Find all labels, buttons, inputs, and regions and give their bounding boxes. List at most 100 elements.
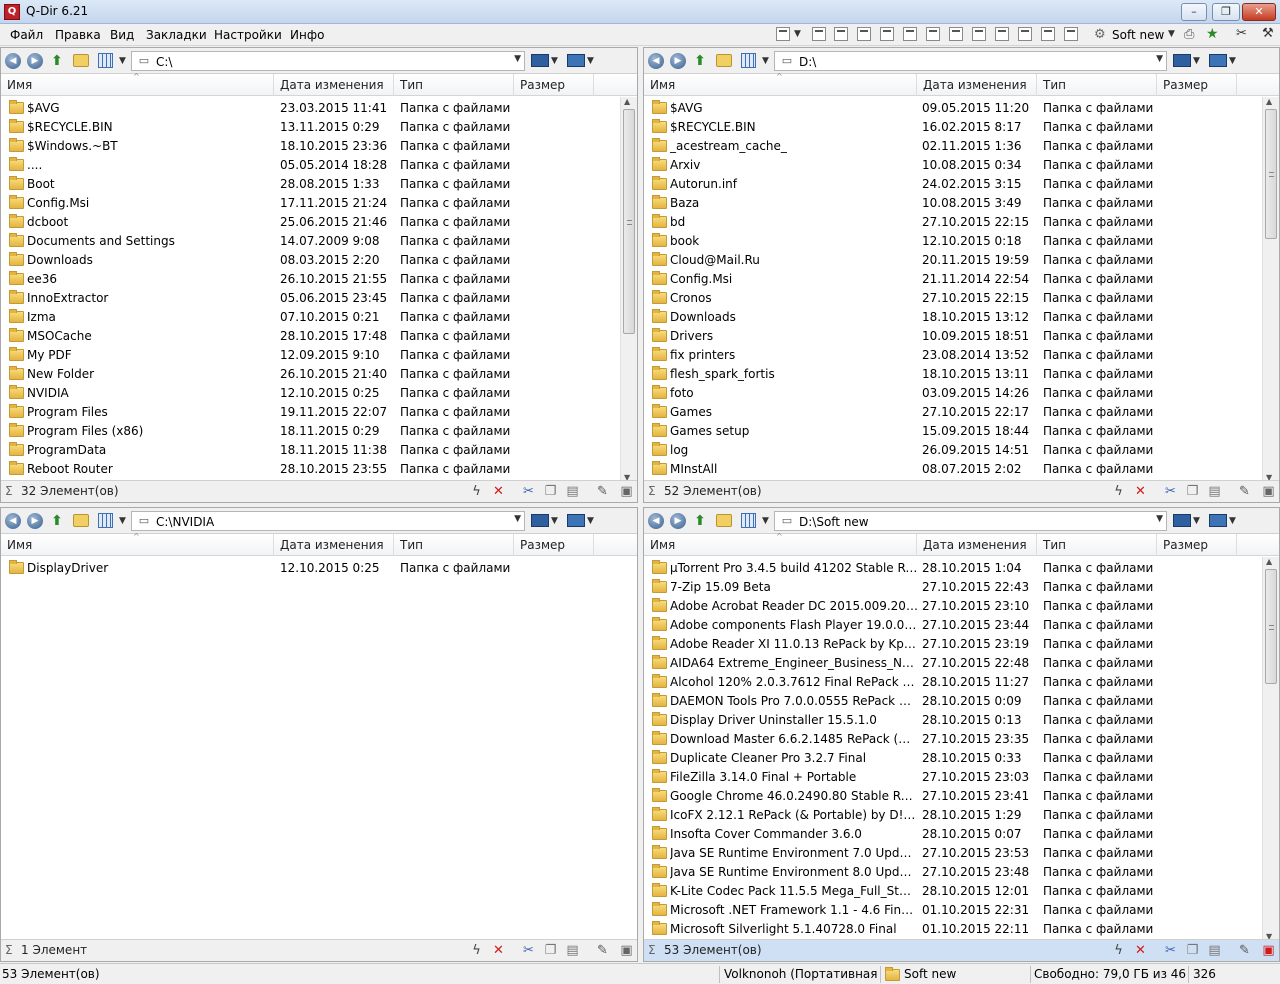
list-item[interactable]: DAEMON Tools Pro 7.0.0.0555 RePack by Kp… xyxy=(644,692,1261,711)
list-item[interactable]: Cloud@Mail.Ru 20.11.2015 19:59 Папка с ф… xyxy=(644,251,1261,270)
back-icon[interactable]: ◀ xyxy=(648,513,664,529)
list-item[interactable]: .... 05.05.2014 18:28 Папка с файлами xyxy=(1,156,619,175)
list-item[interactable]: Autorun.inf 24.02.2015 3:15 Папка с файл… xyxy=(644,175,1261,194)
list-item[interactable]: Drivers 10.09.2015 18:51 Папка с файлами xyxy=(644,327,1261,346)
new-folder-icon[interactable] xyxy=(716,54,732,67)
monitor-icon[interactable] xyxy=(531,54,549,67)
cut-icon[interactable]: ✂ xyxy=(1163,943,1178,958)
list-item[interactable]: foto 03.09.2015 14:26 Папка с файлами xyxy=(644,384,1261,403)
properties-icon[interactable]: ▣ xyxy=(619,484,634,499)
list-item[interactable]: $RECYCLE.BIN 16.02.2015 8:17 Папка с фай… xyxy=(644,118,1261,137)
delete-icon[interactable]: ✕ xyxy=(1133,484,1148,499)
column-type[interactable]: Тип xyxy=(1037,74,1157,96)
item-count[interactable]: 32 Элемент(ов) xyxy=(21,484,119,498)
layout-3-icon[interactable] xyxy=(857,27,871,41)
list-item[interactable]: MSOCache 28.10.2015 17:48 Папка с файлам… xyxy=(1,327,619,346)
file-pane[interactable]: ◀ ▶ ⬆ ▼ ▭ D:\ ▼ ▼ ▼ Имя ^ Дата изменения… xyxy=(643,47,1280,503)
pane-options-icon[interactable] xyxy=(567,54,585,67)
restore-button[interactable]: ❐ xyxy=(1212,3,1240,21)
paste-icon[interactable]: ▤ xyxy=(1207,943,1222,958)
chevron-down-icon[interactable]: ▼ xyxy=(119,53,126,69)
chevron-down-icon[interactable]: ▼ xyxy=(514,54,521,64)
list-item[interactable]: Display Driver Uninstaller 15.5.1.0 28.1… xyxy=(644,711,1261,730)
list-item[interactable]: Google Chrome 46.0.2490.80 Stable RePack… xyxy=(644,787,1261,806)
item-count[interactable]: 52 Элемент(ов) xyxy=(664,484,762,498)
copy-icon[interactable]: ❐ xyxy=(543,484,558,499)
list-item[interactable]: Cronos 27.10.2015 22:15 Папка с файлами xyxy=(644,289,1261,308)
delete-icon[interactable]: ✕ xyxy=(1133,943,1148,958)
up-folder-icon[interactable]: ⬆ xyxy=(692,513,708,529)
layout-8-icon[interactable] xyxy=(972,27,986,41)
file-pane[interactable]: ◀ ▶ ⬆ ▼ ▭ C:\NVIDIA ▼ ▼ ▼ Имя ^ Дата изм… xyxy=(0,507,638,962)
up-folder-icon[interactable]: ⬆ xyxy=(49,513,65,529)
forward-icon[interactable]: ▶ xyxy=(27,513,43,529)
pane-options-icon[interactable] xyxy=(1209,54,1227,67)
list-item[interactable]: Insofta Cover Commander 3.6.0 28.10.2015… xyxy=(644,825,1261,844)
list-item[interactable]: Microsoft .NET Framework 1.1 - 4.6 Final… xyxy=(644,901,1261,920)
item-count[interactable]: 1 Элемент xyxy=(21,943,87,957)
up-folder-icon[interactable]: ⬆ xyxy=(49,53,65,69)
list-item[interactable]: Java SE Runtime Environment 8.0 Update 6… xyxy=(644,863,1261,882)
address-bar[interactable]: ▭ C:\ ▼ xyxy=(131,51,525,71)
view-mode-icon[interactable] xyxy=(741,53,756,68)
column-size[interactable]: Размер xyxy=(1157,534,1237,556)
cut-icon[interactable]: ✂ xyxy=(521,943,536,958)
chevron-down-icon[interactable]: ▼ xyxy=(1156,54,1163,64)
column-type[interactable]: Тип xyxy=(394,534,514,556)
list-item[interactable]: Microsoft Silverlight 5.1.40728.0 Final … xyxy=(644,920,1261,939)
lightning-icon[interactable]: ϟ xyxy=(469,484,484,499)
chevron-down-icon[interactable]: ▼ xyxy=(514,514,521,524)
copy-icon[interactable]: ❐ xyxy=(543,943,558,958)
list-item[interactable]: book 12.10.2015 0:18 Папка с файлами xyxy=(644,232,1261,251)
rename-icon[interactable]: ✎ xyxy=(595,943,610,958)
menu-file[interactable]: Файл xyxy=(10,28,43,42)
forward-icon[interactable]: ▶ xyxy=(670,513,686,529)
list-item[interactable]: Downloads 18.10.2015 13:12 Папка с файла… xyxy=(644,308,1261,327)
list-item[interactable]: _acestream_cache_ 02.11.2015 1:36 Папка … xyxy=(644,137,1261,156)
list-item[interactable]: Java SE Runtime Environment 7.0 Update 7… xyxy=(644,844,1261,863)
delete-icon[interactable]: ✕ xyxy=(491,943,506,958)
column-type[interactable]: Тип xyxy=(1037,534,1157,556)
list-item[interactable]: Games 27.10.2015 22:17 Папка с файлами xyxy=(644,403,1261,422)
chevron-down-icon[interactable]: ▼ xyxy=(119,513,126,529)
monitor-icon[interactable] xyxy=(1173,54,1191,67)
menu-info[interactable]: Инфо xyxy=(290,28,324,42)
scroll-up-icon[interactable]: ▲ xyxy=(624,97,630,106)
paste-icon[interactable]: ▤ xyxy=(565,943,580,958)
layout-2-icon[interactable] xyxy=(834,27,848,41)
list-item[interactable]: Boot 28.08.2015 1:33 Папка с файлами xyxy=(1,175,619,194)
layout-6-icon[interactable] xyxy=(926,27,940,41)
list-item[interactable]: 7-Zip 15.09 Beta 27.10.2015 22:43 Папка … xyxy=(644,578,1261,597)
chevron-down-icon[interactable]: ▼ xyxy=(1156,514,1163,524)
profile-selector[interactable]: Soft new xyxy=(1112,28,1164,42)
back-icon[interactable]: ◀ xyxy=(5,53,21,69)
chevron-down-icon[interactable]: ▼ xyxy=(762,513,769,529)
list-item[interactable]: log 26.09.2015 14:51 Папка с файлами xyxy=(644,441,1261,460)
layout-10-icon[interactable] xyxy=(1018,27,1032,41)
scroll-thumb[interactable] xyxy=(623,109,635,334)
list-item[interactable]: Izma 07.10.2015 0:21 Папка с файлами xyxy=(1,308,619,327)
file-pane[interactable]: ◀ ▶ ⬆ ▼ ▭ C:\ ▼ ▼ ▼ Имя ^ Дата изменения… xyxy=(0,47,638,503)
list-item[interactable]: Program Files (x86) 18.11.2015 0:29 Папк… xyxy=(1,422,619,441)
vertical-scrollbar[interactable]: ▲ ▼ xyxy=(1262,97,1279,482)
properties-icon[interactable]: ▣ xyxy=(1261,484,1276,499)
lightning-icon[interactable]: ϟ xyxy=(1111,484,1126,499)
pane-options-icon[interactable] xyxy=(567,514,585,527)
view-mode-icon[interactable] xyxy=(98,53,113,68)
list-item[interactable]: Alcohol 120% 2.0.3.7612 Final RePack by … xyxy=(644,673,1261,692)
list-item[interactable]: Arxiv 10.08.2015 0:34 Папка с файлами xyxy=(644,156,1261,175)
list-item[interactable]: $Windows.~BT 18.10.2015 23:36 Папка с фа… xyxy=(1,137,619,156)
close-button[interactable]: ✕ xyxy=(1242,3,1276,21)
cut-icon[interactable]: ✂ xyxy=(521,484,536,499)
layout-1-icon[interactable] xyxy=(812,27,826,41)
list-item[interactable]: Duplicate Cleaner Pro 3.2.7 Final 28.10.… xyxy=(644,749,1261,768)
file-pane[interactable]: ◀ ▶ ⬆ ▼ ▭ D:\Soft new ▼ ▼ ▼ Имя ^ Дата и… xyxy=(643,507,1280,962)
rename-icon[interactable]: ✎ xyxy=(1237,484,1252,499)
forward-icon[interactable]: ▶ xyxy=(27,53,43,69)
list-item[interactable]: Config.Msi 21.11.2014 22:54 Папка с файл… xyxy=(644,270,1261,289)
column-date[interactable]: Дата изменения xyxy=(274,534,394,556)
view-mode-icon[interactable] xyxy=(741,513,756,528)
list-item[interactable]: bd 27.10.2015 22:15 Папка с файлами xyxy=(644,213,1261,232)
chevron-down-icon[interactable]: ▼ xyxy=(587,513,594,529)
list-item[interactable]: Reboot Router 28.10.2015 23:55 Папка с ф… xyxy=(1,460,619,479)
